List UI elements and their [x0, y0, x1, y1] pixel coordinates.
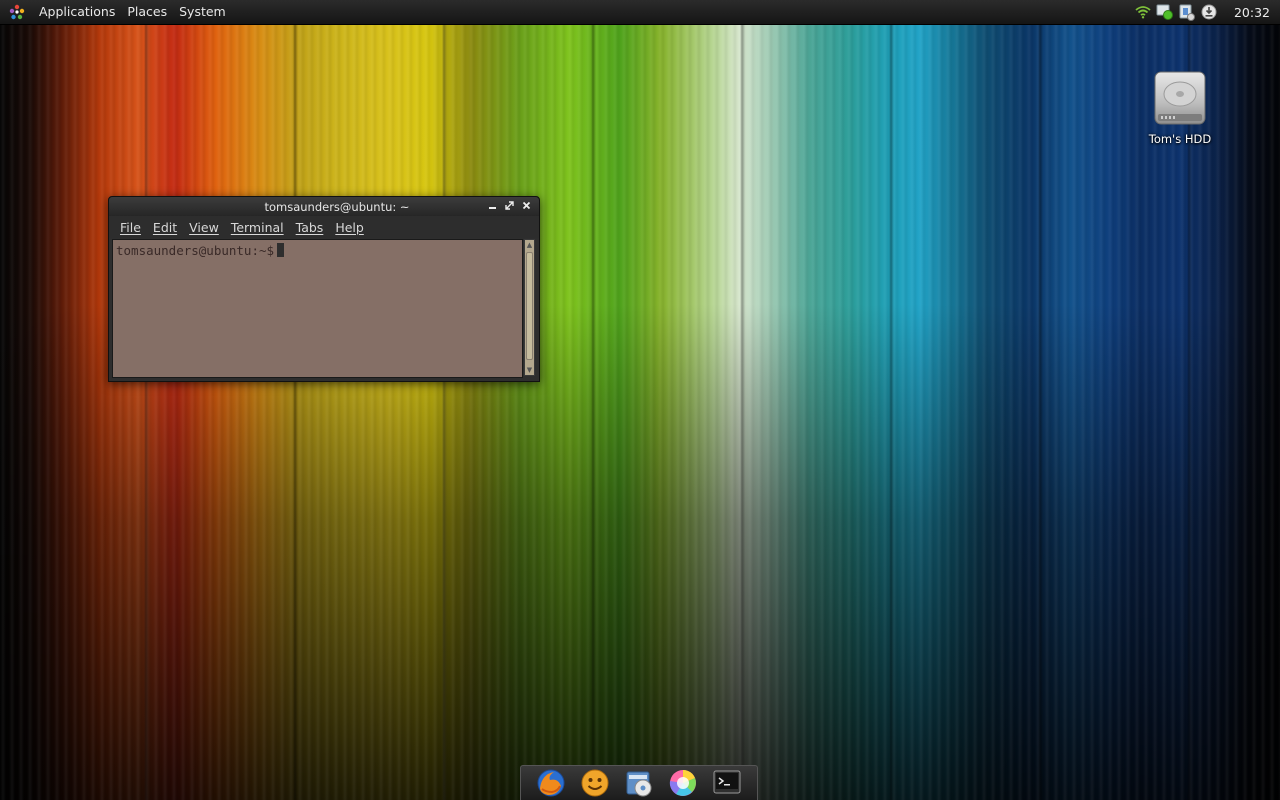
updates-icon[interactable] [1200, 3, 1218, 21]
network-status-icon[interactable] [1156, 3, 1174, 21]
system-tray: 20:32 [1134, 3, 1280, 21]
desktop-icon-hdd[interactable]: Tom's HDD [1140, 70, 1220, 146]
window-title: tomsaunders@ubuntu: ~ [264, 200, 410, 214]
scroll-down-icon[interactable]: ▼ [526, 366, 533, 374]
dock [520, 765, 758, 800]
power-icon[interactable] [1178, 3, 1196, 21]
menu-system[interactable]: System [173, 0, 232, 24]
panel-clock[interactable]: 20:32 [1234, 5, 1270, 20]
scrollbar-thumb[interactable] [526, 252, 533, 360]
scroll-up-icon[interactable]: ▲ [526, 241, 533, 249]
menu-help[interactable]: Help [330, 220, 371, 235]
minimize-icon[interactable] [486, 199, 499, 212]
top-panel: Applications Places System 20:32 [0, 0, 1280, 25]
menu-applications[interactable]: Applications [33, 0, 121, 24]
menu-tabs[interactable]: Tabs [291, 220, 331, 235]
terminal-prompt: tomsaunders@ubuntu:~$ [116, 243, 275, 258]
menu-edit[interactable]: Edit [148, 220, 184, 235]
terminal-scrollbar[interactable]: ▲ ▼ [524, 239, 535, 376]
terminal-window[interactable]: tomsaunders@ubuntu: ~ File Edit View Ter… [108, 196, 540, 382]
firefox-icon[interactable] [535, 767, 567, 799]
menu-terminal[interactable]: Terminal [226, 220, 291, 235]
distro-logo-icon[interactable] [9, 4, 25, 20]
smiley-icon[interactable] [579, 767, 611, 799]
desktop-icon-label: Tom's HDD [1148, 132, 1212, 146]
menu-file[interactable]: File [115, 220, 148, 235]
wifi-icon[interactable] [1134, 3, 1152, 21]
folder-disc-icon[interactable] [623, 767, 655, 799]
terminal-output-area[interactable]: tomsaunders@ubuntu:~$ [112, 239, 523, 378]
close-icon[interactable] [520, 199, 533, 212]
terminal-icon[interactable] [711, 767, 743, 799]
window-controls [486, 199, 533, 212]
maximize-icon[interactable] [503, 199, 516, 212]
color-wheel-icon[interactable] [667, 767, 699, 799]
menu-places[interactable]: Places [121, 0, 173, 24]
wallpaper-grain [0, 0, 1280, 800]
menu-view[interactable]: View [184, 220, 226, 235]
text-cursor [277, 243, 285, 257]
terminal-prompt-line: tomsaunders@ubuntu:~$ [116, 243, 285, 258]
window-titlebar[interactable]: tomsaunders@ubuntu: ~ [109, 197, 539, 216]
terminal-menubar: File Edit View Terminal Tabs Help [109, 216, 539, 238]
panel-menu: Applications Places System [0, 0, 232, 24]
hard-drive-icon [1152, 70, 1208, 128]
